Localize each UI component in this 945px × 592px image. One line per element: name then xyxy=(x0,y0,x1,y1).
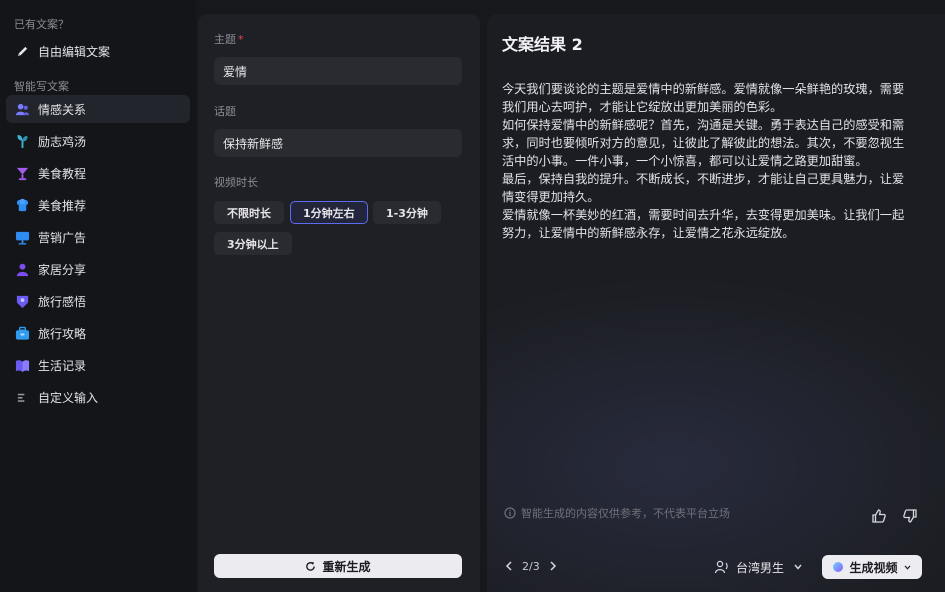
theme-label: 主题 * xyxy=(214,33,244,46)
sidebar-item-life-record[interactable]: 生活记录 xyxy=(6,351,190,379)
monitor-icon xyxy=(14,229,30,245)
chevron-right-icon[interactable] xyxy=(546,559,560,573)
briefcase-icon xyxy=(14,325,30,341)
topic-label: 话题 xyxy=(214,105,236,118)
voice-select[interactable]: 台湾男生 xyxy=(714,555,802,579)
result-paragraph: 爱情就像一杯美妙的红酒，需要时间去升华，去变得更加美味。让我们一起努力，让爱情中… xyxy=(502,208,905,240)
result-paragraph: 最后，保持自我的提升。不断成长，不断进步，才能让自己更具魅力，让爱情变得更加持久… xyxy=(502,172,905,204)
result-paragraph: 今天我们要谈论的主题是爱情中的新鲜感。爱情就像一朵鲜艳的玫瑰，需要我们用心去呵护… xyxy=(502,82,905,114)
person-icon xyxy=(14,261,30,277)
sidebar-item-motivation[interactable]: 励志鸡汤 xyxy=(6,127,190,155)
sidebar-item-label: 旅行攻略 xyxy=(38,326,87,341)
sidebar-item-label: 美食教程 xyxy=(38,166,87,181)
copy-settings-panel: 主题 * 爱情 话题 保持新鲜感 视频时长 不限时长 1分钟左右 1-3分钟 3分… xyxy=(198,14,480,592)
voice-person-icon xyxy=(714,560,730,574)
duration-option-1-3min[interactable]: 1-3分钟 xyxy=(373,201,441,224)
sidebar-item-label: 营销广告 xyxy=(38,230,87,245)
sidebar-item-food-tutorial[interactable]: 美食教程 xyxy=(6,159,190,187)
generate-video-button[interactable]: 生成视频 xyxy=(822,555,922,579)
required-marker: * xyxy=(238,33,244,46)
copy-result-panel: 文案结果 2 今天我们要谈论的主题是爱情中的新鲜感。爱情就像一朵鲜艳的玫瑰，需要… xyxy=(487,14,945,592)
chef-icon xyxy=(14,197,30,213)
sidebar-item-label: 励志鸡汤 xyxy=(38,134,87,149)
result-paragraph: 如何保持爱情中的新鲜感呢？首先，沟通是关键。勇于表达自己的感受和需求，同时也要倾… xyxy=(502,118,905,168)
result-text[interactable]: 今天我们要谈论的主题是爱情中的新鲜感。爱情就像一朵鲜艳的玫瑰，需要我们用心去呵护… xyxy=(502,80,912,242)
sidebar-item-label: 生活记录 xyxy=(38,358,87,373)
sparkle-icon xyxy=(833,562,844,572)
sidebar-item-label: 自由编辑文案 xyxy=(38,44,111,59)
sidebar-item-home[interactable]: 家居分享 xyxy=(6,255,190,283)
duration-option-1min[interactable]: 1分钟左右 xyxy=(290,201,368,224)
chevron-down-icon xyxy=(904,564,911,570)
topic-input[interactable]: 保持新鲜感 xyxy=(214,129,462,157)
thumbs-up-icon[interactable] xyxy=(871,508,889,526)
chevron-down-icon xyxy=(794,564,802,570)
book-icon xyxy=(14,357,30,373)
page-indicator: 2/3 xyxy=(522,559,540,573)
cocktail-icon xyxy=(14,165,30,181)
sidebar-item-label: 自定义输入 xyxy=(38,390,99,405)
people-icon xyxy=(14,101,30,117)
chevron-left-icon[interactable] xyxy=(502,559,516,573)
result-title: 文案结果 2 xyxy=(502,35,583,54)
sidebar-item-emotion[interactable]: 情感关系 xyxy=(6,95,190,123)
refresh-icon xyxy=(305,561,316,572)
pencil-icon xyxy=(14,43,30,59)
voice-label: 台湾男生 xyxy=(736,560,785,575)
sidebar-item-travel-guide[interactable]: 旅行攻略 xyxy=(6,319,190,347)
sidebar-item-food-recommend[interactable]: 美食推荐 xyxy=(6,191,190,219)
sidebar-item-custom-edit[interactable]: 自由编辑文案 xyxy=(6,37,190,65)
sidebar-item-label: 旅行感悟 xyxy=(38,294,87,309)
generate-video-label: 生成视频 xyxy=(849,560,898,575)
section-smart-copy: 智能写文案 xyxy=(14,80,69,93)
sidebar-item-custom-input[interactable]: 自定义输入 xyxy=(6,383,190,411)
text-lines-icon xyxy=(14,389,30,405)
sprout-icon xyxy=(14,133,30,149)
sidebar-item-travel-feelings[interactable]: 旅行感悟 xyxy=(6,287,190,315)
regenerate-label: 重新生成 xyxy=(322,559,371,574)
theme-input[interactable]: 爱情 xyxy=(214,57,462,85)
map-pin-icon xyxy=(14,293,30,309)
ai-disclaimer: 智能生成的内容仅供参考，不代表平台立场 xyxy=(504,505,730,521)
sidebar-item-label: 情感关系 xyxy=(38,102,87,117)
duration-label: 视频时长 xyxy=(214,176,258,189)
regenerate-button[interactable]: 重新生成 xyxy=(214,554,462,578)
section-existing-copy: 已有文案？ xyxy=(14,18,69,31)
sidebar: 已有文案？ 自由编辑文案 智能写文案 情感关系 励志鸡汤 美食教程 美食推荐 营… xyxy=(0,0,196,592)
sidebar-item-label: 美食推荐 xyxy=(38,198,87,213)
pager: 2/3 xyxy=(502,559,560,573)
duration-option-3min-plus[interactable]: 3分钟以上 xyxy=(214,232,292,255)
duration-option-unlimited[interactable]: 不限时长 xyxy=(214,201,284,224)
info-icon xyxy=(504,507,516,519)
background-glow xyxy=(487,274,945,592)
sidebar-item-marketing[interactable]: 营销广告 xyxy=(6,223,190,251)
result-footer: 2/3 台湾男生 生成视频 xyxy=(487,547,945,592)
thumbs-down-icon[interactable] xyxy=(902,508,920,526)
sidebar-item-label: 家居分享 xyxy=(38,262,87,277)
